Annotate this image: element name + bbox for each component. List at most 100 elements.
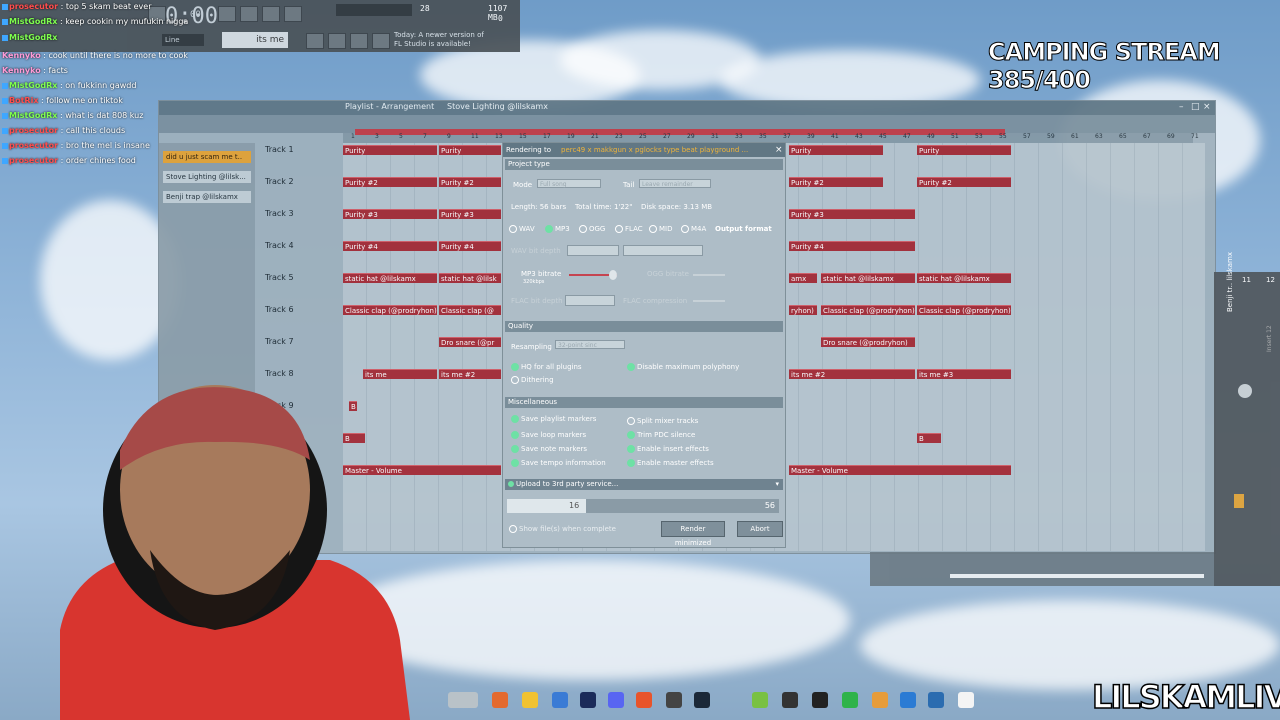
playlist-clip[interactable]: Dro snare (@prodryhon) [821,337,915,347]
mode-select[interactable]: Full song [537,179,601,188]
show-files-checkbox[interactable]: Show file(s) when complete [509,525,616,533]
notepad-icon[interactable] [958,692,974,708]
upload-section[interactable]: Upload to 3rd party service... ▾ [505,479,783,490]
pattern-song-toggle[interactable] [218,6,236,22]
abort-button[interactable]: Abort [737,521,783,537]
playlist-clip[interactable]: Classic clap (@ [439,305,501,315]
track-header[interactable]: Track 1 [265,145,333,175]
playlist-clip[interactable]: Purity #4 [439,241,501,251]
capcut-icon[interactable] [812,692,828,708]
format-mp3[interactable]: MP3 [545,225,570,233]
spotify-icon[interactable] [842,692,858,708]
ogg-bitrate-slider[interactable] [693,274,725,276]
flac-bit-depth-select[interactable] [565,295,615,306]
taskbar-search-icon[interactable] [448,692,478,708]
track-header[interactable]: Track 7 [265,337,333,367]
playlist-clip[interactable]: Purity #4 [789,241,915,251]
countdown-button[interactable] [262,6,280,22]
playlist-clip[interactable]: Purity #3 [439,209,501,219]
main-volume-slider[interactable] [336,4,412,16]
hq-plugins-checkbox[interactable]: HQ for all plugins [511,363,582,371]
wait-record-button[interactable] [240,6,258,22]
format-mid[interactable]: MID [649,225,673,233]
photoshop-icon[interactable] [580,692,596,708]
playlist-clip[interactable]: Classic clap (@prodryhon) [343,305,437,315]
calculator-icon[interactable] [900,692,916,708]
close-icon[interactable]: × [775,145,783,155]
track-header[interactable]: Track 3 [265,209,333,239]
route-icon[interactable] [1234,494,1244,508]
minimize-icon[interactable]: – [1179,102,1184,112]
trim-pdc-checkbox[interactable]: Trim PDC silence [627,431,695,439]
playlist-clip[interactable]: Purity #2 [917,177,1011,187]
step-edit-button[interactable] [328,33,346,49]
app-icon[interactable] [752,692,768,708]
playlist-clip[interactable]: Dro snare (@pr [439,337,501,347]
playlist-clip[interactable]: its me #2 [789,369,915,379]
taskbar-app-icon[interactable] [492,692,508,708]
playlist-clip[interactable]: Classic clap (@prodryhon) [917,305,1011,315]
maximize-icon[interactable]: □ [1191,102,1200,112]
save-tempo-checkbox[interactable]: Save tempo information [511,459,606,467]
save-loop-markers-checkbox[interactable]: Save loop markers [511,431,586,439]
pattern-selector[interactable]: its me [222,32,288,48]
discord-icon[interactable] [608,692,624,708]
wav-option-select[interactable] [623,245,703,256]
playlist-clip[interactable]: its me [363,369,437,379]
playlist-clip[interactable]: Classic clap (@prodryhon) [821,305,915,315]
flac-compression-slider[interactable] [693,300,725,302]
format-m4a[interactable]: M4A [681,225,706,233]
playlist-clip[interactable]: Master - Volume [789,465,1011,475]
split-mixer-tracks-checkbox[interactable]: Split mixer tracks [627,417,698,425]
brave-icon[interactable] [636,692,652,708]
multilink-button[interactable] [372,33,390,49]
playlist-clip[interactable]: Purity #2 [789,177,883,187]
save-note-markers-checkbox[interactable]: Save note markers [511,445,587,453]
format-flac[interactable]: FLAC [615,225,643,233]
track-header[interactable]: Track 4 [265,241,333,271]
playlist-titlebar[interactable]: Playlist - Arrangement Stove Lighting @l… [159,101,1215,115]
playlist-clip[interactable]: Purity #3 [789,209,915,219]
pan-knob[interactable] [1238,384,1252,398]
metronome-button[interactable] [284,6,302,22]
pattern-item[interactable]: did u just scam me t.. [163,151,251,163]
tail-select[interactable]: Leave remainder [639,179,711,188]
playlist-clip[interactable]: its me #2 [439,369,501,379]
store-icon[interactable] [552,692,568,708]
resampling-select[interactable]: 32-point sinc [555,340,625,349]
playlist-clip[interactable]: Purity [917,145,1011,155]
format-wav[interactable]: WAV [509,225,535,233]
playlist-clip[interactable]: B [917,433,941,443]
playlist-clip[interactable]: Purity [789,145,883,155]
insert-name[interactable]: Benji tr.. lilskamx [1226,252,1234,312]
snap-select[interactable]: Line [162,34,204,46]
playlist-clip[interactable]: its me #3 [917,369,1011,379]
playlist-clip[interactable]: static hat @lilsk [439,273,501,283]
playlist-clip[interactable]: static hat @lilskamx [917,273,1011,283]
playlist-clip[interactable]: Purity [343,145,437,155]
playlist-clip[interactable]: Purity #2 [343,177,437,187]
fl-studio-icon[interactable] [872,692,888,708]
insert-label[interactable]: Insert 12 [1266,325,1273,352]
format-ogg[interactable]: OGG [579,225,605,233]
track-header[interactable]: Track 5 [265,273,333,303]
obs-icon[interactable] [666,692,682,708]
steam-icon[interactable] [694,692,710,708]
blend-notes-button[interactable] [350,33,368,49]
app-icon[interactable] [782,692,798,708]
render-minimized-button[interactable]: Render minimized [661,521,725,547]
chevron-down-icon[interactable]: ▾ [775,479,779,490]
arrangement-name[interactable]: Stove Lighting @lilskamx [447,102,548,111]
playlist-clip[interactable]: Purity #4 [343,241,437,251]
pattern-item[interactable]: Stove Lighting @lilsk... [163,171,251,183]
file-explorer-icon[interactable] [522,692,538,708]
disable-polyphony-checkbox[interactable]: Disable maximum polyphony [627,363,739,371]
playlist-clip[interactable]: static hat @lilskamx [343,273,437,283]
track-header[interactable]: Track 2 [265,177,333,207]
playlist-clip[interactable]: Purity [439,145,501,155]
wav-bit-depth-select[interactable] [567,245,619,256]
mixer-scrollbar[interactable] [950,574,1204,578]
dithering-checkbox[interactable]: Dithering [511,376,554,384]
typing-keyboard-button[interactable] [306,33,324,49]
enable-insert-effects-checkbox[interactable]: Enable insert effects [627,445,709,453]
